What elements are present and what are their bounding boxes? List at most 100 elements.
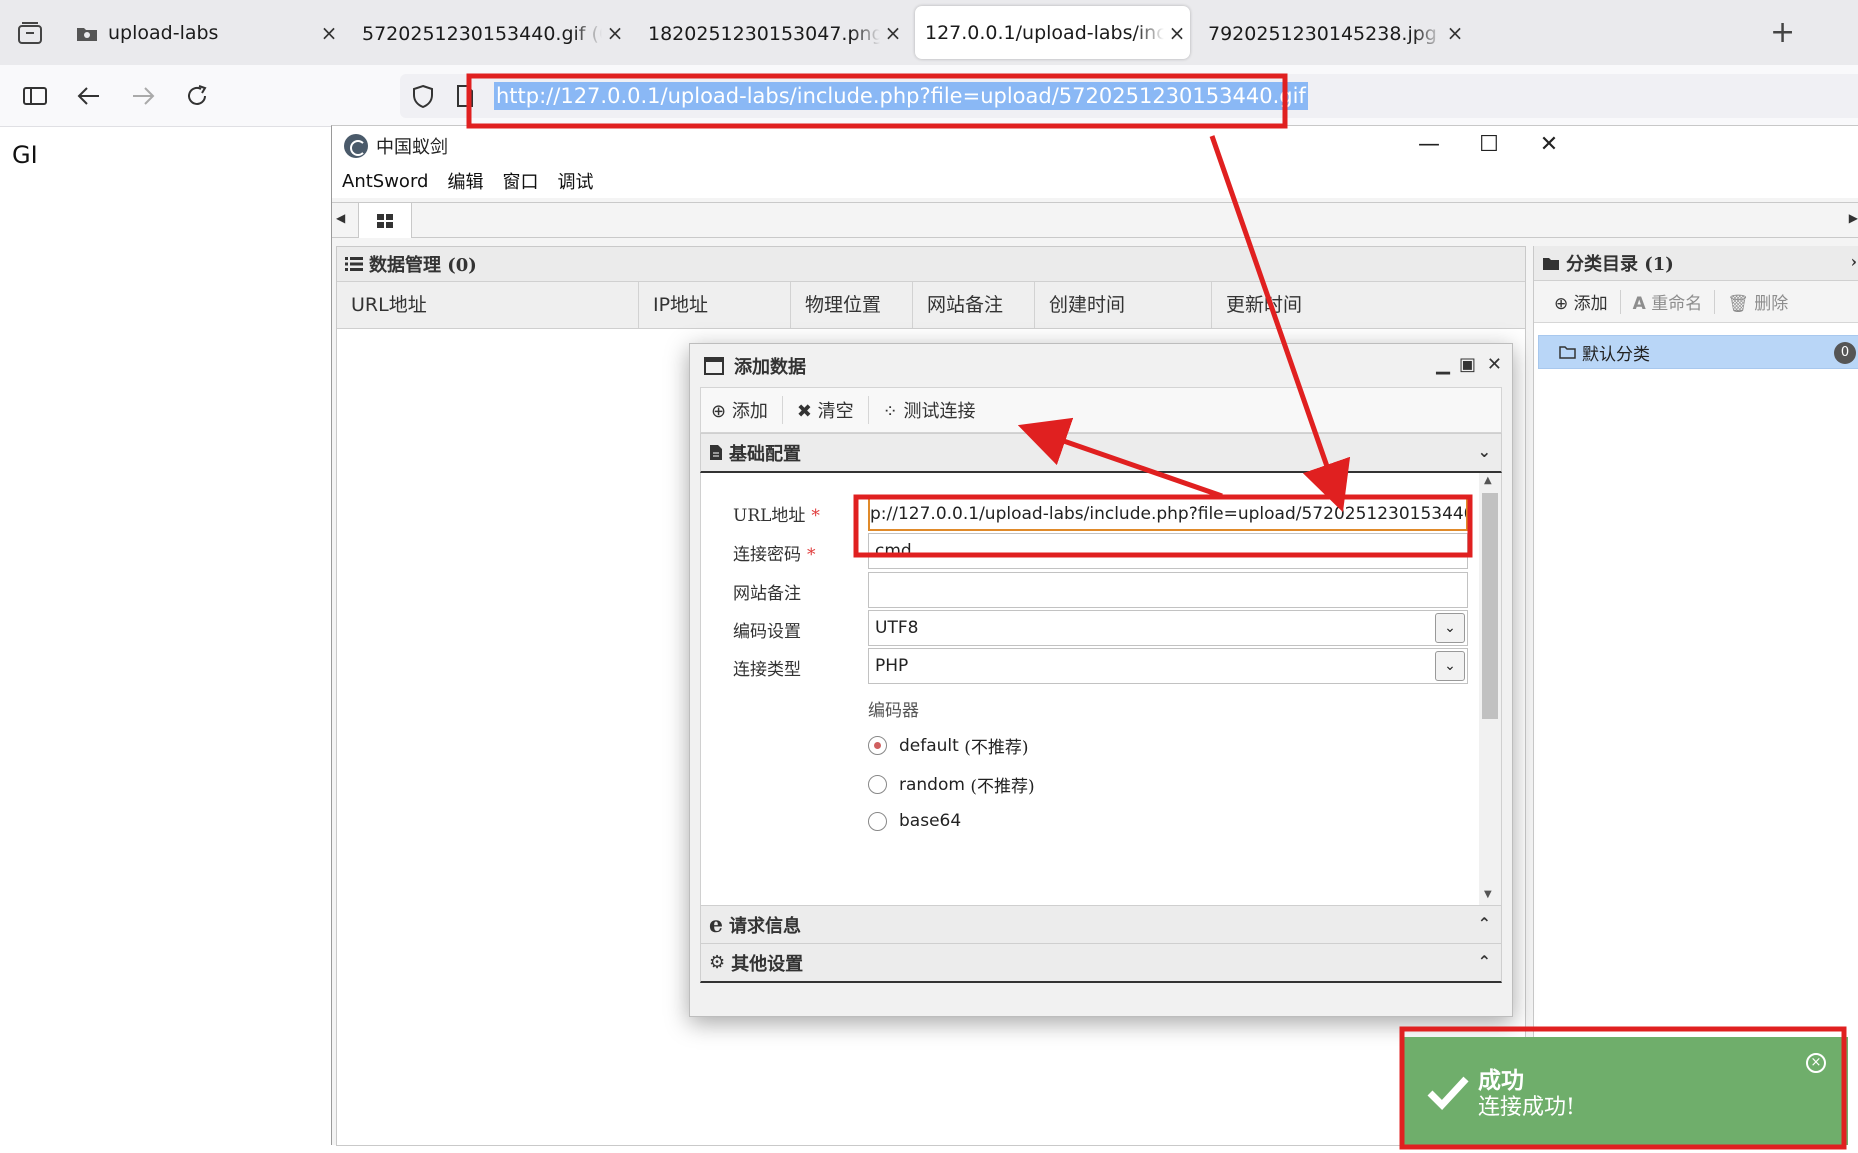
toolbar-divider (781, 396, 783, 424)
encoder-note: (不推荐) (970, 777, 1035, 797)
category-rename-label: 重命名 (1651, 294, 1703, 314)
close-window-button[interactable]: ✕ (1532, 130, 1566, 160)
type-select[interactable]: PHP ⌄ (868, 648, 1468, 684)
column-ip[interactable]: IP地址 (639, 282, 791, 328)
reload-button[interactable] (180, 79, 214, 113)
category-rename-button[interactable]: A 重命名 (1633, 289, 1703, 314)
dialog-close-icon[interactable]: ✕ (1487, 354, 1502, 375)
tab-label: 1820251230153047.png (PNG 图 (648, 23, 880, 45)
new-tab-button[interactable]: + (1770, 15, 1795, 51)
category-item-default[interactable]: 默认分类 0 (1538, 335, 1858, 369)
column-note[interactable]: 网站备注 (913, 282, 1035, 328)
plus-circle-icon: ⊕ (711, 401, 727, 422)
encoder-note: (不推荐) (964, 738, 1029, 758)
x-icon: ✖ (796, 401, 812, 422)
dialog-minimize-icon[interactable]: ▁ (1436, 354, 1450, 375)
data-panel-header: 数据管理 (0) (337, 247, 1525, 282)
spinner-icon: ⁘ (882, 401, 898, 422)
close-tab-icon[interactable]: × (1442, 20, 1468, 46)
dialog-clear-button[interactable]: ✖ 清空 (797, 397, 854, 423)
category-item-label: 默认分类 (1582, 344, 1650, 365)
forward-button[interactable] (126, 79, 160, 113)
tab-label: 5720251230153440.gif (GIF 图像) (362, 23, 602, 45)
url-field[interactable]: p://127.0.0.1/upload-labs/include.php?fi… (868, 495, 1468, 531)
folder-icon (77, 27, 97, 41)
encoder-radio-default[interactable]: default (不推荐) (868, 733, 1029, 758)
close-tab-icon[interactable]: × (602, 20, 628, 46)
section-request-info[interactable]: e 请求信息 ⌃ (700, 905, 1502, 945)
scroll-up-icon[interactable]: ▲ (1484, 475, 1492, 486)
menu-antsword[interactable]: AntSword (342, 171, 428, 192)
chevron-down-icon[interactable]: ⌄ (1435, 613, 1465, 643)
reload-icon (188, 85, 207, 105)
toolbar-divider (1714, 289, 1716, 314)
category-add-button[interactable]: ⊕ 添加 (1554, 289, 1608, 314)
chevron-right-icon[interactable]: › (1851, 252, 1857, 271)
radio-icon (868, 811, 887, 831)
forward-arrow-icon (133, 87, 155, 105)
basic-config-form: URL地址 * p://127.0.0.1/upload-labs/include… (700, 473, 1502, 905)
list-icon (345, 257, 363, 271)
section-request-title: 请求信息 (729, 915, 801, 937)
menu-window[interactable]: 窗口 (502, 168, 538, 194)
chevron-down-icon[interactable]: ⌄ (1478, 442, 1491, 461)
scroll-left-icon[interactable]: ◀ (336, 211, 352, 231)
chevron-down-icon[interactable]: ⌄ (1435, 651, 1465, 681)
column-url[interactable]: URL地址 (337, 282, 639, 328)
section-basic-config[interactable]: 基础配置 ⌄ (700, 433, 1502, 473)
encoder-radio-random[interactable]: random (不推荐) (868, 772, 1035, 797)
password-field[interactable]: cmd (868, 533, 1468, 569)
column-created[interactable]: 创建时间 (1035, 282, 1212, 328)
encoder-name: default (899, 735, 959, 756)
tab-include-php[interactable]: 127.0.0.1/upload-labs/include.ph × (915, 6, 1190, 59)
minimize-button[interactable]: — (1412, 130, 1446, 160)
antsword-logo-icon (344, 134, 368, 158)
tab-list-icon[interactable] (17, 21, 43, 45)
back-button[interactable] (72, 79, 106, 113)
column-location[interactable]: 物理位置 (791, 282, 913, 328)
close-tab-icon[interactable]: × (1164, 20, 1190, 46)
dialog-add-button[interactable]: ⊕ 添加 (711, 397, 768, 423)
sidebar-icon (23, 87, 47, 105)
antsword-title-bar: 中国蚁剑 — ☐ ✕ (332, 126, 1858, 164)
note-field[interactable] (868, 572, 1468, 608)
antsword-menu-bar: AntSword 编辑 窗口 调试 (332, 164, 1858, 198)
encoding-select[interactable]: UTF8 ⌄ (868, 610, 1468, 646)
toast-close-icon[interactable]: × (1806, 1053, 1826, 1073)
encoder-radio-base64[interactable]: base64 (868, 811, 961, 831)
maximize-button[interactable]: ☐ (1472, 130, 1506, 160)
category-add-label: 添加 (1573, 294, 1608, 314)
dialog-title: 添加数据 (734, 356, 806, 378)
tab-gif-image[interactable]: 5720251230153440.gif (GIF 图像) × (352, 6, 628, 59)
tab-png-image[interactable]: 1820251230153047.png (PNG 图 × (638, 6, 906, 59)
column-updated[interactable]: 更新时间 (1212, 282, 1425, 328)
note-field-label: 网站备注 (733, 584, 801, 604)
dialog-maximize-icon[interactable]: ▣ (1459, 354, 1476, 375)
type-select-label: 连接类型 (733, 660, 801, 680)
scroll-right-icon[interactable]: ▶ (1849, 211, 1858, 225)
chevron-up-icon[interactable]: ⌃ (1478, 952, 1491, 971)
chevron-up-icon[interactable]: ⌃ (1478, 914, 1491, 933)
encoding-select-value: UTF8 (875, 618, 919, 638)
tab-upload-labs[interactable]: upload-labs × (62, 6, 342, 59)
test-connection-button[interactable]: ⁘ 测试连接 (883, 397, 976, 423)
scrollbar-thumb[interactable] (1482, 493, 1498, 719)
section-other-title: 其他设置 (731, 953, 804, 975)
section-other-settings[interactable]: ⚙ 其他设置 ⌃ (700, 943, 1502, 983)
tab-jpeg-image[interactable]: 7920251230145238.jpg (JPEG 图 × (1198, 6, 1468, 59)
type-select-value: PHP (875, 656, 909, 676)
form-scrollbar[interactable]: ▲ ▼ (1479, 473, 1501, 905)
close-tab-icon[interactable]: × (316, 20, 342, 46)
menu-edit[interactable]: 编辑 (447, 168, 483, 194)
tab-home[interactable] (358, 202, 412, 238)
close-tab-icon[interactable]: × (880, 20, 906, 46)
scroll-down-icon[interactable]: ▼ (1484, 889, 1492, 900)
page-icon[interactable] (456, 84, 474, 108)
menu-debug[interactable]: 调试 (557, 168, 593, 194)
dialog-toolbar: ⊕ 添加 ✖ 清空 ⁘ 测试连接 (700, 387, 1502, 433)
url-text[interactable]: http://127.0.0.1/upload-labs/include.php… (494, 82, 1308, 110)
window-icon (704, 356, 724, 375)
sidebar-toggle-button[interactable] (18, 79, 52, 113)
shield-icon[interactable] (412, 84, 434, 108)
category-delete-button[interactable]: 🗑 删除 (1727, 289, 1788, 314)
